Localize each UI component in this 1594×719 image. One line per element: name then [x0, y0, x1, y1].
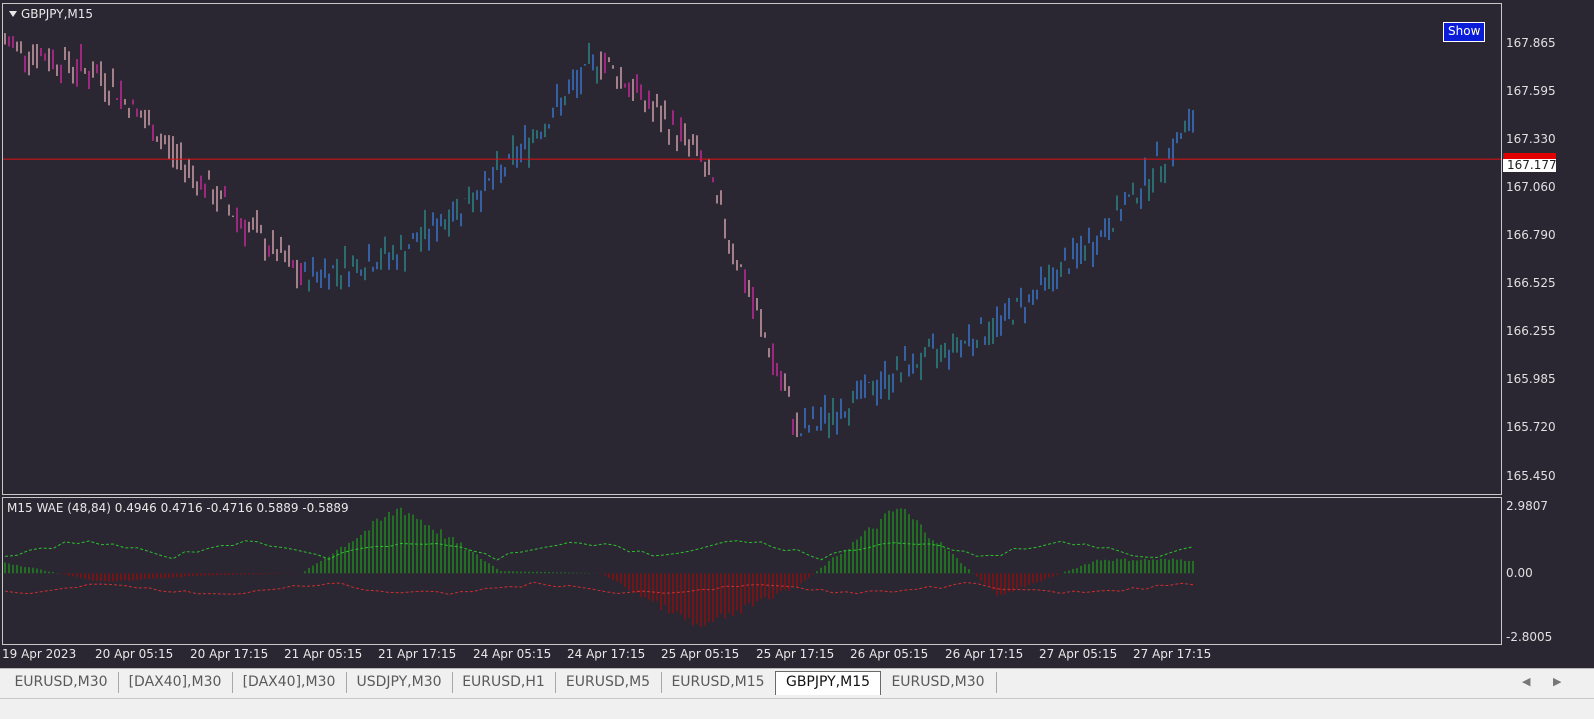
indicator-pane[interactable]: M15 WAE (48,84) 0.4946 0.4716 -0.4716 0.…	[2, 497, 1502, 645]
tab-eurusd-h1[interactable]: EURUSD,H1	[452, 672, 556, 693]
tab-dax40-m30-2[interactable]: [DAX40],M30	[232, 672, 347, 693]
symbol-title-text: GBPJPY,M15	[21, 7, 94, 21]
current-price-label: 167.177	[1503, 159, 1557, 172]
price-pane[interactable]: GBPJPY,M15 Show	[2, 3, 1502, 495]
chevron-right-icon[interactable]: ▶	[1553, 675, 1561, 688]
chevron-left-icon[interactable]: ◀	[1522, 675, 1530, 688]
time-tick: 27 Apr 17:15	[1133, 647, 1212, 661]
price-tick: 166.255	[1506, 324, 1556, 338]
price-tick: 166.525	[1506, 276, 1556, 290]
status-strip	[0, 698, 1594, 719]
price-chart[interactable]	[3, 4, 1501, 494]
tab-eurusd-m30[interactable]: EURUSD,M30	[4, 672, 119, 693]
show-button[interactable]: Show	[1443, 22, 1486, 42]
price-tick: 165.450	[1506, 469, 1556, 483]
time-tick: 26 Apr 05:15	[850, 647, 929, 661]
explosion-line	[4, 540, 1194, 561]
tab-usdjpy-m30[interactable]: USDJPY,M30	[346, 672, 453, 693]
triangle-down-icon[interactable]	[9, 11, 17, 17]
time-tick: 25 Apr 05:15	[661, 647, 740, 661]
time-tick: 26 Apr 17:15	[945, 647, 1024, 661]
symbol-title[interactable]: GBPJPY,M15	[9, 7, 93, 21]
time-tick: 25 Apr 17:15	[756, 647, 835, 661]
tab-eurusd-m15[interactable]: EURUSD,M15	[661, 672, 775, 693]
indicator-tick: 0.00	[1506, 566, 1533, 580]
chart-tab-bar: EURUSD,M30 [DAX40],M30 [DAX40],M30 USDJP…	[0, 668, 1594, 699]
price-tick: 166.790	[1506, 228, 1556, 242]
price-tick: 167.865	[1506, 36, 1556, 50]
time-tick: 21 Apr 05:15	[284, 647, 363, 661]
price-tick: 167.060	[1506, 180, 1556, 194]
price-tick: 165.985	[1506, 372, 1556, 386]
time-tick: 24 Apr 17:15	[567, 647, 646, 661]
price-tick: 167.330	[1506, 132, 1556, 146]
tab-eurusd-m5[interactable]: EURUSD,M5	[555, 672, 662, 693]
deadzone-line	[4, 581, 1194, 595]
tab-dax40-m30[interactable]: [DAX40],M30	[118, 672, 233, 693]
indicator-chart[interactable]	[3, 498, 1501, 644]
time-tick: 19 Apr 2023	[2, 647, 77, 661]
time-tick: 24 Apr 05:15	[473, 647, 552, 661]
tab-eurusd-m30-2[interactable]: EURUSD,M30	[880, 672, 997, 693]
indicator-tick: -2.8005	[1506, 630, 1553, 644]
chart-window[interactable]: GBPJPY,M15 Show M15 WAE (48,84) 0.4946 0…	[0, 0, 1594, 668]
time-tick: 20 Apr 05:15	[95, 647, 174, 661]
time-tick: 21 Apr 17:15	[378, 647, 457, 661]
time-tick: 27 Apr 05:15	[1039, 647, 1118, 661]
indicator-tick: 2.9807	[1506, 499, 1548, 513]
time-tick: 20 Apr 17:15	[190, 647, 269, 661]
price-tick: 167.595	[1506, 84, 1556, 98]
indicator-label: M15 WAE (48,84) 0.4946 0.4716 -0.4716 0.…	[7, 501, 349, 515]
tab-gbpjpy-m15[interactable]: GBPJPY,M15	[775, 671, 881, 695]
price-tick: 165.720	[1506, 420, 1556, 434]
